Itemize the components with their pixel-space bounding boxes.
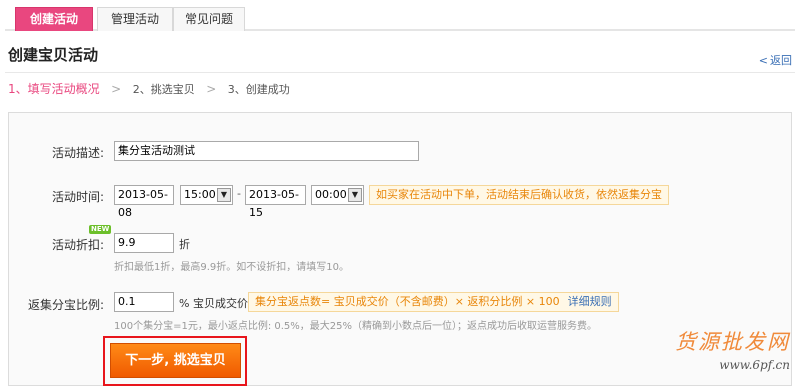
step-3: 3、创建成功 — [227, 83, 290, 96]
chevron-left-icon: < — [758, 54, 768, 67]
watermark: 货源批发网 www.6pf.cn — [675, 326, 790, 372]
step-indicator: 1、填写活动概况 > 2、挑选宝贝 > 3、创建成功 — [8, 80, 290, 97]
description-label: 活动描述: — [51, 146, 104, 160]
discount-input[interactable]: 9.9 — [114, 233, 174, 253]
step-1: 1、填写活动概况 — [8, 82, 100, 96]
tab-create-activity[interactable]: 创建活动 — [15, 7, 93, 31]
start-date-input[interactable]: 2013-05-08 — [114, 185, 174, 219]
chevron-down-icon: ▼ — [217, 188, 231, 202]
step-2: 2、挑选宝贝 — [132, 83, 195, 96]
end-time-value: 00:00 — [315, 188, 347, 201]
chevron-down-icon: ▼ — [348, 188, 362, 202]
back-link[interactable]: < 返回 — [759, 52, 792, 68]
ratio-label: 返集分宝比例: — [27, 298, 104, 312]
description-input[interactable]: 集分宝活动测试 — [114, 141, 419, 161]
time-note: 如买家在活动中下单，活动结束后确认收货，依然返集分宝 — [369, 185, 669, 205]
ratio-formula: 集分宝返点数= 宝贝成交价（不含邮费）× 返积分比例 × 100 详细规则 — [248, 292, 619, 312]
start-time-value: 15:00 — [184, 188, 216, 201]
next-step-button[interactable]: 下一步, 挑选宝贝 — [110, 343, 241, 378]
ratio-unit: % 宝贝成交价 — [179, 297, 248, 310]
chevron-right-icon: > — [206, 82, 217, 96]
watermark-url: www.6pf.cn — [719, 358, 790, 372]
end-date-input[interactable]: 2013-05-15 — [245, 185, 306, 219]
watermark-text: 货源批发网 — [675, 330, 790, 354]
chevron-right-icon: > — [111, 82, 122, 96]
ratio-input[interactable]: 0.1 — [114, 292, 174, 312]
page-title: 创建宝贝活动 — [8, 46, 99, 64]
discount-hint: 折扣最低1折，最高9.9折。如不设折扣，请填写10。 — [114, 262, 349, 273]
rule-link[interactable]: 详细规则 — [568, 295, 612, 308]
tab-manage-activity[interactable]: 管理活动 — [97, 7, 173, 31]
tab-bar: 创建活动 管理活动 常见问题 — [5, 7, 795, 31]
end-time-select[interactable]: 00:00 ▼ — [311, 185, 364, 205]
discount-label: 活动折扣: — [51, 238, 104, 252]
back-link-label: 返回 — [770, 54, 792, 67]
ratio-hint: 100个集分宝=1元，最小返点比例: 0.5%，最大25%（精确到小数点后一位）… — [114, 321, 598, 332]
ratio-formula-text: 集分宝返点数= 宝贝成交价（不含邮费）× 返积分比例 × 100 — [255, 295, 560, 308]
tab-faq[interactable]: 常见问题 — [173, 7, 245, 31]
discount-unit: 折 — [179, 238, 190, 251]
time-label: 活动时间: — [51, 190, 104, 204]
new-badge: NEW — [89, 225, 112, 234]
start-time-select[interactable]: 15:00 ▼ — [180, 185, 233, 205]
title-divider — [5, 72, 795, 73]
date-range-separator: - — [237, 187, 241, 200]
